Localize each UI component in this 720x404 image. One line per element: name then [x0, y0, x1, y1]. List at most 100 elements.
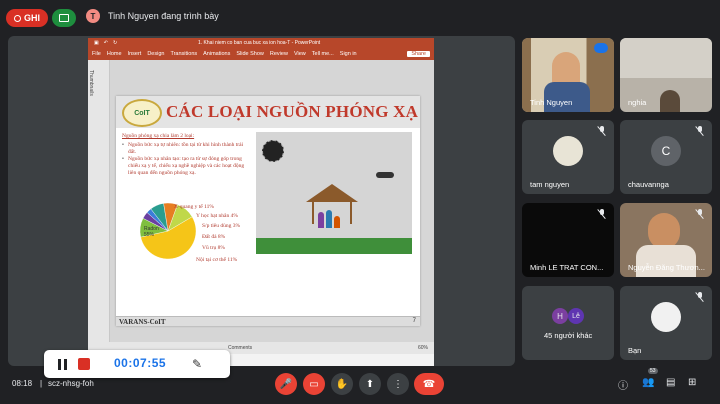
slide-page-number: 7 [412, 318, 416, 324]
ppt-window-title: 1. Khai niem co ban cua buc xa ion hoa-T… [198, 40, 321, 46]
hang-up-icon: ☎ [422, 378, 436, 390]
mic-off-icon: 🎤 [279, 378, 293, 390]
bullet-natural: Nguồn bức xạ tự nhiên: tồn tại từ khi hì… [122, 142, 250, 156]
presenter-text: Tinh Nguyen đang trình bày [108, 11, 219, 21]
mic-off-icon [696, 292, 704, 302]
present-screen-icon: ⬆ [365, 378, 375, 390]
participant-tile[interactable]: tam nguyen [522, 120, 614, 194]
slide-canvas[interactable]: CoIT CÁC LOẠI NGUỒN PHÓNG XẠ Nguồn phóng… [116, 96, 420, 326]
undo-icon[interactable]: ↶ [104, 40, 108, 46]
participant-name: Nguyễn Đăng Thươn... [628, 263, 705, 272]
participant-tile[interactable]: Tinh Nguyen [522, 38, 614, 112]
camera-toggle-button[interactable]: ▭ [303, 373, 325, 395]
radon-label: Radon 55% [144, 226, 159, 238]
avatar: H [552, 308, 568, 324]
slide-footer: VARANS-CoIT 7 [116, 316, 420, 326]
ppt-titlebar: ▣ ↶ ↻ 1. Khai niem co ban cua buc xa ion… [88, 38, 434, 48]
slide-body-text: Nguồn phóng xạ chia làm 2 loại: Nguồn bứ… [122, 133, 250, 177]
pie-label-consumer: S/p tiêu dùng 3% [202, 223, 241, 229]
ribbon-tab-file[interactable]: File [92, 51, 101, 57]
save-icon[interactable]: ▣ [94, 40, 99, 46]
ribbon-tab-slideshow[interactable]: Slide Show [236, 51, 264, 57]
mic-toggle-button[interactable]: 🎤 [275, 373, 297, 395]
bottom-control-bar: 08:18 | scz-nhsg-foh 🎤 ▭ ✋ ⬆ ⋮ ☎ ⓘ 53 👥 … [0, 366, 720, 404]
radiation-infographic [256, 132, 412, 254]
pie-label-nuclear: Y học hạt nhân 4% [196, 213, 238, 219]
satellite-illustration [262, 140, 284, 162]
presentation-stage[interactable]: ▣ ↶ ↻ 1. Khai niem co ban cua buc xa ion… [8, 36, 515, 366]
ground-illustration [256, 238, 412, 254]
ribbon-tab-animations[interactable]: Animations [203, 51, 230, 57]
self-avatar [651, 302, 681, 333]
radon-value: 55% [144, 232, 155, 238]
speaking-indicator-icon [594, 43, 608, 53]
meeting-code[interactable]: scz-nhsg-foh [48, 379, 94, 388]
self-tile[interactable]: Bạn [620, 286, 712, 360]
more-options-button[interactable]: ⋮ [387, 373, 409, 395]
raise-hand-button[interactable]: ✋ [331, 373, 353, 395]
activities-button[interactable] [52, 9, 76, 27]
avatar: C [651, 136, 681, 167]
slide-header: CoIT CÁC LOẠI NGUỒN PHÓNG XẠ [116, 96, 420, 128]
present-button[interactable]: ⬆ [359, 373, 381, 395]
participant-name: nghia [628, 98, 647, 107]
clock: 08:18 [12, 379, 33, 388]
participant-tile[interactable]: C chauvannga [620, 120, 712, 194]
participant-count-badge: 53 [648, 368, 658, 374]
recording-badge[interactable]: GHI [6, 9, 48, 27]
ribbon-tab-design[interactable]: Design [147, 51, 164, 57]
participant-name: Minh LE TRAT CON... [530, 263, 604, 272]
self-name: Bạn [628, 346, 642, 355]
coit-logo: CoIT [122, 99, 162, 127]
slide-title: CÁC LOẠI NGUỒN PHÓNG XẠ [166, 102, 419, 121]
ppt-ribbon: File Home Insert Design Transitions Anim… [88, 48, 434, 60]
participant-tile[interactable]: Nguyễn Đăng Thươn... [620, 203, 712, 277]
leave-call-button[interactable]: ☎ [414, 373, 444, 395]
powerpoint-window: ▣ ↶ ↻ 1. Khai niem co ban cua buc xa ion… [88, 38, 434, 366]
thumbnail-rail[interactable]: Thumbnails [88, 60, 110, 354]
redo-icon[interactable]: ↻ [113, 40, 117, 46]
airplane-illustration [376, 172, 394, 178]
top-bar: GHI T Tinh Nguyen đang trình bày [0, 0, 720, 36]
activities-icon[interactable]: ⊞ [688, 377, 696, 388]
pie-label-internal: Nội tại cơ thể 11% [196, 257, 238, 263]
people-illustration [318, 208, 348, 228]
share-button[interactable]: Share [407, 51, 430, 57]
comments-button[interactable]: Comments [228, 345, 252, 351]
ribbon-tab-review[interactable]: Review [270, 51, 288, 57]
ribbon-tab-home[interactable]: Home [107, 51, 122, 57]
others-tile[interactable]: H Lê 45 người khác [522, 286, 614, 360]
ribbon-tab-transitions[interactable]: Transitions [170, 51, 197, 57]
people-icon[interactable]: 👥 [642, 377, 654, 388]
tell-me-search[interactable]: Tell me... [312, 51, 334, 57]
mic-off-icon [696, 126, 704, 136]
presenter-avatar: T [86, 9, 100, 23]
camera-off-icon: ▭ [309, 378, 319, 390]
sign-in-link[interactable]: Sign in [340, 51, 357, 57]
screen-icon [59, 14, 69, 22]
participant-name: Tinh Nguyen [530, 98, 573, 107]
pie-label-cosmic: Vũ trụ 8% [202, 245, 225, 251]
ribbon-tab-insert[interactable]: Insert [128, 51, 142, 57]
mic-off-icon [598, 126, 606, 136]
zoom-level[interactable]: 60% [418, 345, 428, 351]
participant-name: tam nguyen [530, 180, 570, 189]
chat-icon[interactable]: ▤ [666, 377, 675, 388]
mic-off-icon [696, 209, 704, 219]
slide-footer-text: VARANS-CoIT [119, 318, 166, 326]
recording-label: GHI [23, 13, 40, 23]
info-icon[interactable]: ⓘ [618, 377, 628, 392]
ribbon-tab-view[interactable]: View [294, 51, 306, 57]
pie-label-xray: X-quang y tế 11% [174, 204, 214, 210]
slide-intro: Nguồn phóng xạ chia làm 2 loại: [122, 133, 195, 139]
avatar: Lê [568, 308, 584, 324]
ppt-editor-area: Thumbnails CoIT CÁC LOẠI NGUỒN PHÓNG XẠ … [88, 60, 434, 354]
record-icon [13, 14, 21, 22]
mic-off-icon [598, 209, 606, 219]
participant-tile[interactable]: Minh LE TRAT CON... [522, 203, 614, 277]
bullet-artificial: Nguồn bức xạ nhân tạo: tạo ra từ sự đóng… [122, 156, 250, 177]
presenter-indicator: T Tinh Nguyen đang trình bày [86, 9, 219, 23]
more-vert-icon: ⋮ [393, 378, 403, 390]
participant-tile[interactable]: nghia [620, 38, 712, 112]
hand-icon: ✋ [335, 378, 349, 390]
